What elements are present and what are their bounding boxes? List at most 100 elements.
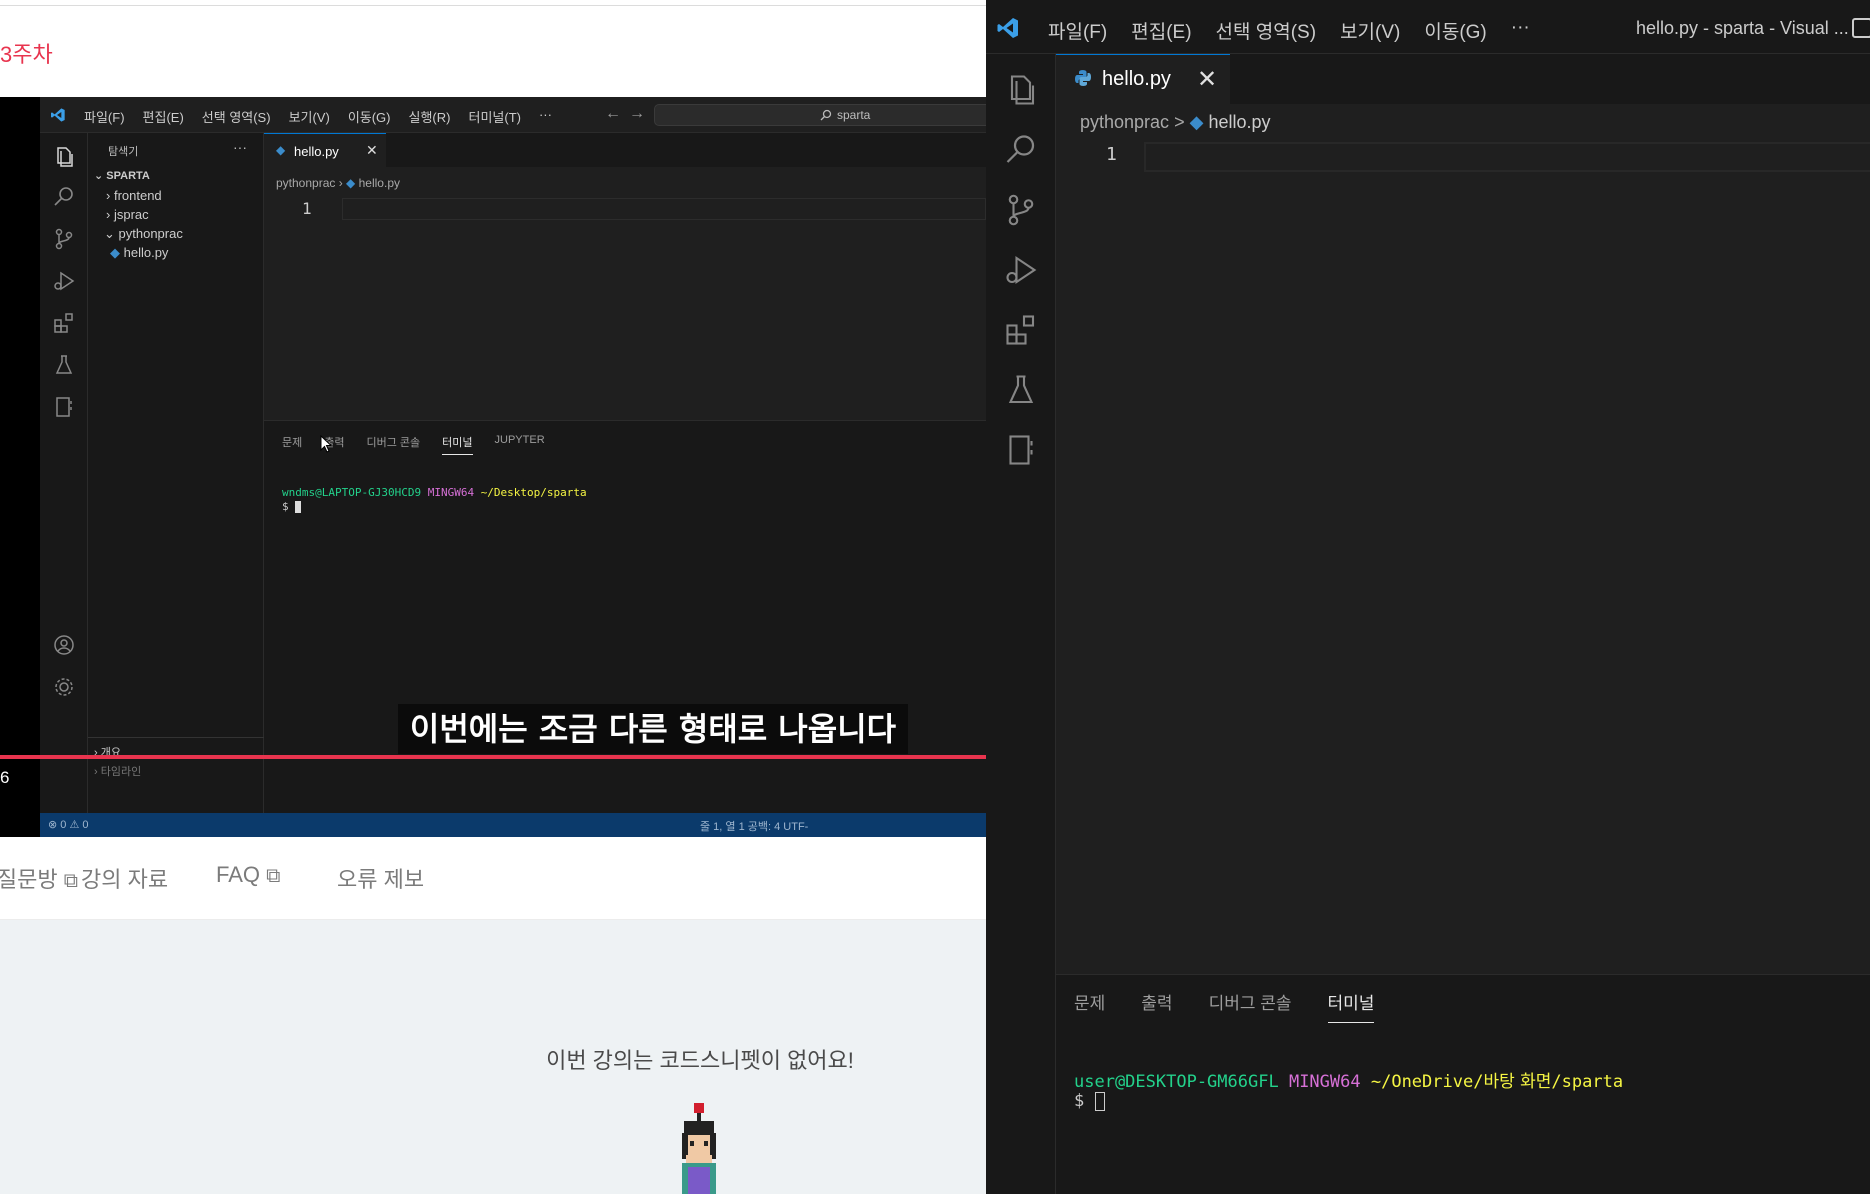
- breadcrumb-file[interactable]: hello.py: [1208, 112, 1270, 132]
- terminal-user: wndms@LAPTOP-GJ30HCD9: [282, 486, 422, 499]
- tab-label: hello.py: [1102, 68, 1171, 90]
- video-progress-bar[interactable]: [0, 755, 986, 759]
- explorer-icon[interactable]: [52, 145, 76, 169]
- menu-more[interactable]: ···: [1511, 17, 1530, 44]
- terminal-line: user@DESKTOP-GM66GFL MINGW64 ~/OneDrive/…: [1074, 1067, 1623, 1092]
- video-menu-go[interactable]: 이동(G): [348, 107, 391, 126]
- testing-flask-icon[interactable]: [1003, 372, 1039, 408]
- video-tab-bar: ◆ hello.py ✕: [264, 133, 986, 167]
- python-file-icon: ◆: [346, 176, 356, 190]
- video-menu-terminal[interactable]: 터미널(T): [468, 107, 520, 126]
- status-problems[interactable]: ⊗ 0 ⚠ 0: [48, 818, 88, 831]
- search-icon[interactable]: [1003, 132, 1039, 168]
- video-caption: 이번에는 조금 다른 형태로 나옵니다: [398, 704, 908, 754]
- link-question-room[interactable]: 기이한 질문방 ⧉: [0, 862, 78, 894]
- lecture-video[interactable]: 파일(F) 편집(E) 선택 영역(S) 보기(V) 이동(G) 실행(R) 터…: [0, 97, 986, 837]
- extensions-icon[interactable]: [1003, 312, 1039, 348]
- breadcrumb-separator: >: [1174, 112, 1185, 132]
- link-report-error[interactable]: 오류 제보: [337, 862, 424, 894]
- menu-edit[interactable]: 편집(E): [1131, 17, 1191, 44]
- activity-bar: [986, 54, 1056, 1194]
- panel-tab-terminal[interactable]: 터미널: [442, 434, 473, 455]
- manage-gear-icon[interactable]: [52, 675, 76, 699]
- panel-tab-problems[interactable]: 문제: [282, 434, 302, 455]
- video-menu-edit[interactable]: 편집(E): [143, 107, 184, 126]
- breadcrumb-folder[interactable]: pythonprac: [1080, 112, 1169, 132]
- notebook-icon[interactable]: [52, 395, 76, 419]
- external-link-icon: ⧉: [266, 865, 281, 887]
- panel-tab-jupyter[interactable]: JUPYTER: [495, 434, 545, 455]
- video-search-text: sparta: [837, 108, 871, 122]
- tree-folder-frontend[interactable]: › frontend: [106, 188, 162, 203]
- panel-tab-debug-console[interactable]: 디버그 콘솔: [367, 434, 421, 455]
- close-icon[interactable]: ✕: [366, 142, 378, 159]
- panel-tab-problems[interactable]: 문제: [1074, 989, 1105, 1023]
- editor-tab-bar: hello.py ✕: [1056, 54, 1870, 104]
- sidebar-divider: [88, 737, 264, 738]
- terminal-shell: MINGW64: [1288, 1072, 1361, 1092]
- explorer-icon[interactable]: [1003, 72, 1039, 108]
- status-cursor-info[interactable]: 줄 1, 열 1 공백: 4 UTF-: [700, 818, 808, 834]
- video-breadcrumb: pythonprac › ◆ hello.py: [276, 176, 400, 190]
- vscode-window: 파일(F) 편집(E) 선택 영역(S) 보기(V) 이동(G) ··· hel…: [986, 0, 1870, 1194]
- close-icon[interactable]: ✕: [1197, 65, 1217, 94]
- video-tab-hello-py[interactable]: ◆ hello.py ✕: [264, 133, 386, 167]
- terminal-user: user@DESKTOP-GM66GFL: [1074, 1072, 1279, 1092]
- video-search-box[interactable]: sparta: [654, 104, 986, 126]
- menu-file[interactable]: 파일(F): [1048, 17, 1107, 44]
- line-number: 1: [1106, 144, 1117, 165]
- video-time: 6: [0, 768, 10, 787]
- video-title-bar: 파일(F) 편집(E) 선택 영역(S) 보기(V) 이동(G) 실행(R) 터…: [40, 97, 986, 133]
- current-line-highlight[interactable]: [342, 198, 986, 220]
- video-terminal-prompt[interactable]: $: [282, 500, 302, 513]
- breadcrumb-file[interactable]: hello.py: [359, 176, 400, 190]
- line-number: 1: [302, 199, 312, 218]
- tree-folder-jsprac[interactable]: › jsprac: [106, 207, 149, 222]
- current-line-highlight[interactable]: [1144, 142, 1870, 172]
- breadcrumb-folder[interactable]: pythonprac: [276, 176, 335, 190]
- explorer-title: 탐색기: [108, 146, 139, 158]
- notebook-icon[interactable]: [1003, 432, 1039, 468]
- tree-file-hello-py[interactable]: ◆ hello.py: [110, 245, 168, 261]
- lesson-link-bar: 기이한 질문방 ⧉ 강의 자료 FAQ ⧉ 오류 제보: [0, 837, 986, 920]
- video-menu-file[interactable]: 파일(F): [84, 107, 125, 126]
- python-file-icon: ◆: [1189, 112, 1204, 132]
- video-menu-run[interactable]: 실행(R): [409, 107, 451, 126]
- video-terminal-line: wndms@LAPTOP-GJ30HCD9 MINGW64 ~/Desktop/…: [282, 486, 587, 499]
- week-title: 3주차: [0, 42, 53, 67]
- link-course-material[interactable]: 강의 자료: [81, 862, 168, 894]
- panel-tab-debug-console[interactable]: 디버그 콘솔: [1209, 989, 1292, 1023]
- source-control-icon[interactable]: [52, 227, 76, 251]
- layout-toggle-icon[interactable]: [1852, 18, 1870, 38]
- terminal-path-prefix: ~/OneDrive/: [1370, 1072, 1484, 1092]
- testing-flask-icon[interactable]: [52, 353, 76, 377]
- source-control-icon[interactable]: [1003, 192, 1039, 228]
- tab-hello-py[interactable]: hello.py ✕: [1056, 54, 1230, 104]
- menu-selection[interactable]: 선택 영역(S): [1216, 17, 1317, 44]
- video-activity-bar: [40, 133, 88, 813]
- panel-tab-terminal[interactable]: 터미널: [1327, 989, 1375, 1023]
- video-explorer-sidebar: 탐색기 ··· ⌄ SPARTA › frontend › jsprac ⌄ p…: [88, 133, 264, 813]
- video-nav-arrows-icon[interactable]: ←→: [605, 105, 653, 123]
- menu-view[interactable]: 보기(V): [1340, 17, 1400, 44]
- extensions-icon[interactable]: [52, 311, 76, 335]
- run-debug-icon[interactable]: [52, 269, 76, 293]
- video-menu-selection[interactable]: 선택 영역(S): [202, 107, 271, 126]
- timeline-section[interactable]: › 타임라인: [94, 763, 141, 779]
- tree-folder-pythonprac[interactable]: ⌄ pythonprac: [104, 226, 183, 242]
- explorer-more-button[interactable]: ···: [233, 139, 247, 155]
- link-faq[interactable]: FAQ ⧉: [216, 862, 280, 888]
- account-icon[interactable]: [52, 633, 76, 657]
- video-menu-view[interactable]: 보기(V): [289, 107, 330, 126]
- terminal-prompt: $: [282, 500, 289, 513]
- panel-tab-output[interactable]: 출력: [1141, 989, 1172, 1023]
- tree-root-sparta[interactable]: ⌄ SPARTA: [94, 169, 150, 182]
- video-menu-more[interactable]: ···: [539, 107, 552, 126]
- menu-go[interactable]: 이동(G): [1424, 17, 1486, 44]
- python-file-icon: [1075, 70, 1091, 86]
- snippet-content-area: 이번 강의는 코드스니펫이 없어요!: [0, 920, 986, 1194]
- search-icon[interactable]: [52, 185, 76, 209]
- bottom-panel: 문제 출력 디버그 콘솔 터미널 user@DESKTOP-GM66GFL MI…: [1056, 974, 1870, 1194]
- run-debug-icon[interactable]: [1003, 252, 1039, 288]
- terminal-prompt-line[interactable]: $: [1074, 1091, 1105, 1111]
